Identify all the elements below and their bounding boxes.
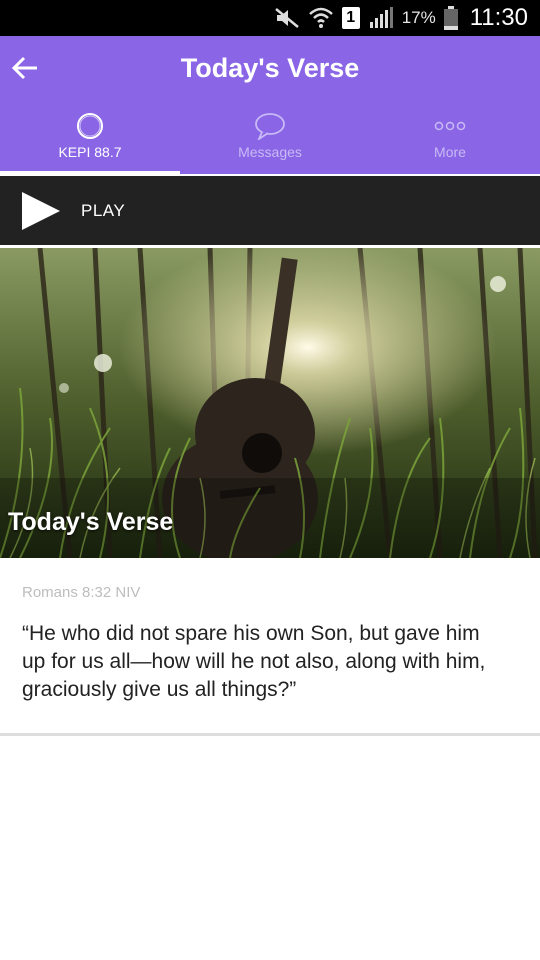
verse-card: Romans 8:32 NIV “He who did not spare hi… (0, 558, 540, 736)
tab-messages-label: Messages (238, 144, 302, 160)
verse-text: “He who did not spare his own Son, but g… (22, 622, 486, 701)
play-label[interactable]: PLAY (81, 201, 125, 221)
signal-icon (368, 7, 394, 29)
divider (0, 733, 540, 736)
status-bar: 1 17% 11:30 (0, 0, 540, 36)
chat-bubble-icon (255, 113, 285, 140)
back-button[interactable] (10, 52, 42, 84)
sim-slot-label: 1 (341, 7, 360, 29)
page-title: Today's Verse (180, 52, 360, 83)
tab-messages[interactable]: Messages (180, 100, 360, 174)
verse-reference: Romans 8:32 NIV (22, 584, 141, 601)
tab-bar: KEPI 88.7 Messages More (0, 100, 540, 174)
wifi-icon (308, 6, 334, 30)
sim-icon: 1 (341, 7, 360, 29)
tab-more-label: More (434, 144, 466, 160)
tab-kepi-label: KEPI 88.7 (58, 144, 122, 160)
mute-icon (274, 7, 300, 29)
hero-title: Today's Verse (8, 508, 174, 536)
radio-ring-icon (77, 113, 103, 139)
status-time: 11:30 (469, 4, 528, 31)
play-button[interactable] (22, 191, 60, 230)
audio-player: PLAY (0, 176, 540, 245)
battery-icon (443, 6, 458, 30)
arrow-left-icon (11, 56, 37, 80)
hero-banner: Today's Verse (0, 248, 540, 558)
tab-kepi[interactable]: KEPI 88.7 (0, 100, 180, 174)
app-bar: Today's Verse (0, 36, 540, 100)
battery-percent: 17% (401, 8, 436, 27)
tab-more[interactable]: More (360, 100, 540, 174)
play-icon (22, 191, 60, 230)
more-dots-icon (434, 121, 466, 131)
